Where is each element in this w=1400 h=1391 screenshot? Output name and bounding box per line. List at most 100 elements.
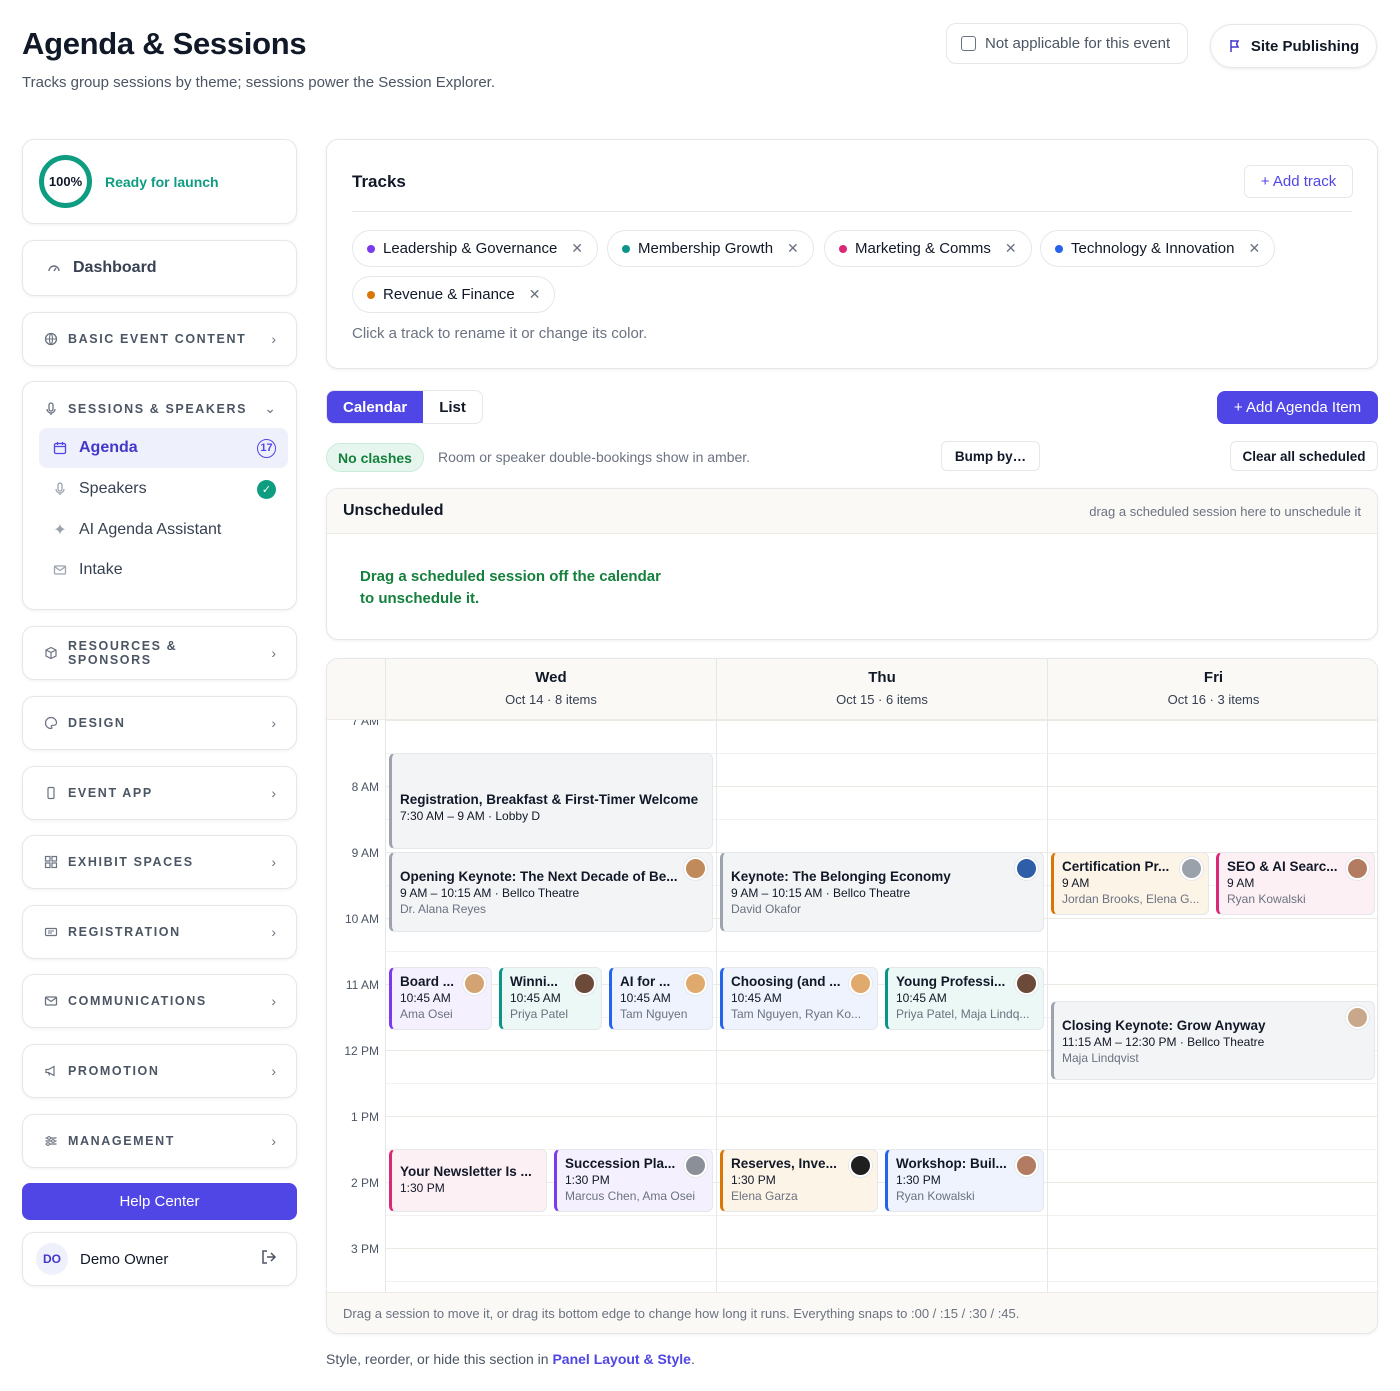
grid-line <box>385 1248 1377 1249</box>
section-label: REGISTRATION <box>68 925 181 939</box>
session-reserves-investments[interactable]: Reserves, Inve... 1:30 PM Elena Garza <box>720 1149 878 1212</box>
speaker-avatar <box>849 972 872 995</box>
microphone-icon <box>44 401 58 416</box>
palette-icon <box>44 716 58 730</box>
sparkle-icon: ✦ <box>53 522 67 539</box>
sidebar-section-event-app[interactable]: EVENT APP › <box>22 766 297 820</box>
session-closing-keynote[interactable]: Closing Keynote: Grow Anyway 11:15 AM – … <box>1051 1001 1375 1080</box>
session-choosing[interactable]: Choosing (and ... 10:45 AM Tam Nguyen, R… <box>720 967 878 1030</box>
sessions-speakers-header[interactable]: SESSIONS & SPEAKERS ⌄ <box>23 382 296 417</box>
session-board[interactable]: Board ... 10:45 AM Ama Osei <box>389 967 492 1030</box>
sidebar-section-management[interactable]: MANAGEMENT › <box>22 1114 297 1168</box>
day-header-wed: Wed Oct 14 · 8 items <box>385 659 716 720</box>
checkbox-icon[interactable] <box>961 36 976 51</box>
sidebar-section-resources-sponsors[interactable]: RESOURCES & SPONSORS › <box>22 626 297 680</box>
session-your-newsletter[interactable]: Your Newsletter Is ... 1:30 PM <box>389 1149 547 1212</box>
calendar-icon <box>53 441 67 455</box>
session-title: Closing Keynote: Grow Anyway <box>1062 1018 1266 1033</box>
remove-icon[interactable]: ✕ <box>1248 240 1260 257</box>
logout-icon[interactable] <box>260 1248 278 1271</box>
session-speakers: Dr. Alana Reyes <box>400 902 487 916</box>
session-meta: 1:30 PM <box>896 1173 941 1187</box>
clear-all-scheduled-button[interactable]: Clear all scheduled <box>1230 441 1378 471</box>
user-card: DO Demo Owner <box>22 1232 297 1286</box>
session-young-professionals[interactable]: Young Professi... 10:45 AM Priya Patel, … <box>885 967 1044 1030</box>
remove-icon[interactable]: ✕ <box>529 286 541 303</box>
unscheduled-hint: drag a scheduled session here to unsched… <box>1089 503 1361 519</box>
panel-layout-style-link[interactable]: Panel Layout & Style <box>552 1351 690 1367</box>
mail-icon <box>53 563 67 577</box>
sidebar-section-basic-event-content[interactable]: BASIC EVENT CONTENT › <box>22 312 297 366</box>
bump-by-button[interactable]: Bump by… <box>941 441 1040 471</box>
session-seo-ai-search[interactable]: SEO & AI Searc... 9 AM Ryan Kowalski <box>1216 852 1375 915</box>
speaker-avatar <box>573 972 596 995</box>
sidebar-section-communications[interactable]: COMMUNICATIONS › <box>22 974 297 1028</box>
sidebar-section-design[interactable]: DESIGN › <box>22 696 297 750</box>
grid-line <box>385 1281 1377 1282</box>
panel-layout-note: Style, reorder, or hide this section in … <box>326 1351 695 1367</box>
sidebar-item-ai-agenda-assistant[interactable]: ✦ AI Agenda Assistant <box>39 510 288 550</box>
launch-progress-ring: 100% <box>39 155 92 208</box>
sidebar-dashboard[interactable]: Dashboard <box>22 240 297 296</box>
session-speakers: Priya Patel <box>510 1007 569 1021</box>
day-name: Wed <box>535 669 567 686</box>
tab-calendar[interactable]: Calendar <box>327 391 424 423</box>
remove-icon[interactable]: ✕ <box>571 240 583 257</box>
session-winning[interactable]: Winni... 10:45 AM Priya Patel <box>499 967 602 1030</box>
site-publishing-label: Site Publishing <box>1250 37 1360 55</box>
flag-icon <box>1228 39 1242 53</box>
session-title: Your Newsletter Is ... <box>400 1164 532 1179</box>
speaker-avatar <box>684 857 707 880</box>
track-chip-revenue[interactable]: Revenue & Finance ✕ <box>352 276 556 313</box>
help-center-button[interactable]: Help Center <box>22 1183 297 1220</box>
check-icon: ✓ <box>257 479 276 499</box>
day-date: Oct 15 · 6 items <box>836 692 928 707</box>
hour-label: 7 AM <box>351 720 379 728</box>
track-chip-marketing[interactable]: Marketing & Comms ✕ <box>824 230 1032 267</box>
tracks-hint: Click a track to rename it or change its… <box>352 325 648 342</box>
page-title: Agenda & Sessions <box>22 26 307 61</box>
calendar-grid[interactable]: 7 AM 8 AM 9 AM 10 AM 11 AM 12 PM 1 PM 2 … <box>327 720 1377 1292</box>
not-applicable-checkbox[interactable]: Not applicable for this event <box>946 23 1188 64</box>
track-chip-membership[interactable]: Membership Growth ✕ <box>607 230 814 267</box>
session-meta: 9 AM <box>1062 876 1090 890</box>
speaker-avatar <box>684 972 707 995</box>
track-chip-leadership[interactable]: Leadership & Governance ✕ <box>352 230 599 267</box>
hour-label: 1 PM <box>350 1110 379 1124</box>
remove-icon[interactable]: ✕ <box>1005 240 1017 257</box>
sidebar-item-speakers[interactable]: Speakers ✓ <box>39 469 288 509</box>
session-title: Opening Keynote: The Next Decade of Be..… <box>400 869 678 884</box>
session-certification-prep[interactable]: Certification Pr... 9 AM Jordan Brooks, … <box>1051 852 1209 915</box>
status-badge: No clashes <box>326 443 424 472</box>
track-chip-technology[interactable]: Technology & Innovation ✕ <box>1040 230 1276 267</box>
speaker-avatar <box>1346 1006 1369 1029</box>
hour-label: 8 AM <box>351 780 379 794</box>
session-registration-breakfast[interactable]: Registration, Breakfast & First-Timer We… <box>389 753 713 849</box>
tab-list[interactable]: List <box>423 391 482 423</box>
sidebar-section-exhibit-spaces[interactable]: EXHIBIT SPACES › <box>22 835 297 889</box>
session-ai-for[interactable]: AI for ... 10:45 AM Tam Nguyen <box>609 967 713 1030</box>
sidebar-section-promotion[interactable]: PROMOTION › <box>22 1044 297 1098</box>
session-workshop-building[interactable]: Workshop: Buil... 1:30 PM Ryan Kowalski <box>885 1149 1044 1212</box>
site-publishing-button[interactable]: Site Publishing <box>1210 24 1377 68</box>
calendar-footer-hint: Drag a session to move it, or drag its b… <box>327 1292 1377 1333</box>
globe-icon <box>44 332 58 346</box>
session-keynote-belonging-economy[interactable]: Keynote: The Belonging Economy 9 AM – 10… <box>720 852 1044 932</box>
add-track-button[interactable]: + Add track <box>1244 165 1353 198</box>
sidebar-item-intake[interactable]: Intake <box>39 550 288 590</box>
session-succession-planning[interactable]: Succession Pla... 1:30 PM Marcus Chen, A… <box>554 1149 713 1212</box>
remove-icon[interactable]: ✕ <box>787 240 799 257</box>
track-name: Revenue & Finance <box>383 286 515 303</box>
unscheduled-dropzone[interactable]: Unscheduled drag a scheduled session her… <box>326 488 1378 640</box>
clash-hint: Room or speaker double-bookings show in … <box>438 449 751 465</box>
section-label: SESSIONS & SPEAKERS <box>68 401 248 416</box>
sidebar-item-agenda[interactable]: Agenda 17 <box>39 428 288 468</box>
session-speakers: Tam Nguyen, Ryan Ko... <box>731 1007 862 1021</box>
session-meta: 7:30 AM – 9 AM · Lobby D <box>400 809 541 823</box>
session-opening-keynote[interactable]: Opening Keynote: The Next Decade of Be..… <box>389 852 713 932</box>
session-meta: 10:45 AM <box>896 991 947 1005</box>
add-agenda-item-button[interactable]: + Add Agenda Item <box>1217 391 1378 424</box>
session-meta: 9 AM – 10:15 AM · Bellco Theatre <box>731 886 911 900</box>
sidebar-section-registration[interactable]: REGISTRATION › <box>22 905 297 959</box>
day-column-divider <box>385 720 386 1292</box>
